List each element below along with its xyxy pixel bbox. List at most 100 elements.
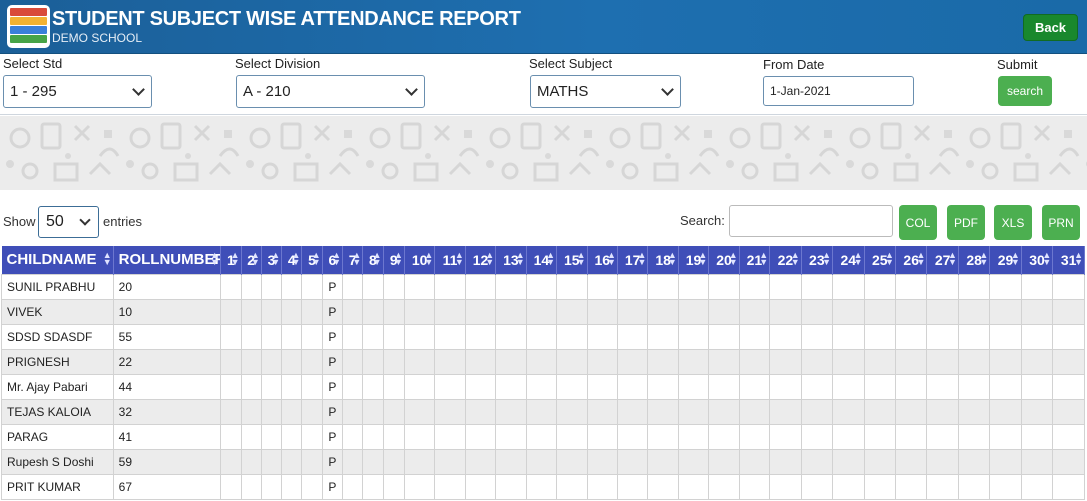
column-header-day-30[interactable]: 30 ▲ ▼ (1021, 246, 1054, 274)
column-header-day-25[interactable]: 25 ▲ ▼ (864, 246, 896, 274)
attendance-cell (260, 448, 283, 475)
attendance-cell (832, 373, 865, 400)
attendance-cell (362, 398, 384, 425)
column-header-day-23[interactable]: 23 ▲ ▼ (801, 246, 834, 274)
attendance-cell (708, 348, 740, 375)
sort-icon: ▲ ▼ (372, 250, 382, 267)
column-header-day-15[interactable]: 15 ▲ ▼ (556, 246, 588, 274)
attendance-cell (281, 398, 303, 425)
attendance-cell (281, 323, 303, 350)
column-header-day-6[interactable]: 6 ▲ ▼ (322, 246, 344, 274)
from-date-input[interactable]: 1-Jan-2021 (763, 76, 914, 106)
attendance-cell (647, 373, 679, 400)
column-header-day-5[interactable]: 5 ▲ ▼ (301, 246, 323, 274)
attendance-cell (863, 448, 896, 475)
table-row: TEJAS KALOIA 32 P (1, 398, 1085, 425)
column-header-day-21[interactable]: 21 ▲ ▼ (739, 246, 771, 274)
table-row: VIVEK 10 P (1, 298, 1085, 325)
column-header-day-28[interactable]: 28 ▲ ▼ (958, 246, 991, 274)
attendance-cell (738, 398, 771, 425)
attendance-cell (525, 473, 558, 500)
column-header-day-18[interactable]: 18 ▲ ▼ (647, 246, 679, 274)
column-header-day-19[interactable]: 19 ▲ ▼ (678, 246, 710, 274)
attendance-cell (989, 323, 1022, 350)
column-header-day-14[interactable]: 14 ▲ ▼ (526, 246, 558, 274)
attendance-cell (341, 423, 364, 450)
attendance-cell (863, 473, 896, 500)
column-header-day-24[interactable]: 24 ▲ ▼ (832, 246, 865, 274)
column-header-day-13[interactable]: 13 ▲ ▼ (495, 246, 527, 274)
column-header-day-10[interactable]: 10 ▲ ▼ (404, 246, 436, 274)
search-button[interactable]: search (998, 76, 1052, 106)
attendance-cell (586, 323, 618, 350)
attendance-cell (894, 323, 928, 350)
attendance-cell (1052, 423, 1085, 450)
column-header-day-2[interactable]: 2 ▲ ▼ (241, 246, 262, 274)
std-select[interactable]: 1 - 295 (3, 75, 152, 108)
attendance-cell (1052, 448, 1085, 475)
attendance-cell (677, 373, 710, 400)
attendance-cell (708, 473, 740, 500)
attendance-cell (240, 348, 262, 375)
column-header-day-11[interactable]: 11 ▲ ▼ (434, 246, 466, 274)
subject-select[interactable]: MATHS (530, 75, 681, 108)
back-button[interactable]: Back (1023, 14, 1078, 41)
attendance-cell (403, 273, 436, 300)
attendance-cell (800, 298, 834, 325)
column-header-day-12[interactable]: 12 ▲ ▼ (465, 246, 497, 274)
prn-button[interactable]: PRN (1042, 205, 1080, 240)
entries-value: 50 (46, 213, 64, 230)
sort-icon: ▲ ▼ (424, 250, 434, 267)
student-name-cell: Rupesh S Doshi (1, 448, 114, 475)
attendance-cell (281, 473, 303, 500)
column-header-day-26[interactable]: 26 ▲ ▼ (895, 246, 928, 274)
attendance-cell (800, 473, 834, 500)
attendance-cell (769, 323, 802, 350)
entries-select[interactable]: 50 (38, 206, 99, 238)
attendance-cell (240, 298, 262, 325)
column-header-day-4[interactable]: 4 ▲ ▼ (281, 246, 303, 274)
attendance-cell (769, 348, 802, 375)
column-header-day-8[interactable]: 8 ▲ ▼ (362, 246, 384, 274)
attendance-cell (800, 448, 834, 475)
sort-icon: ▲ ▼ (230, 250, 240, 267)
division-select[interactable]: A - 210 (236, 75, 425, 108)
column-header-day-22[interactable]: 22 ▲ ▼ (769, 246, 802, 274)
column-header-day-20[interactable]: 20 ▲ ▼ (708, 246, 740, 274)
column-header-day-1[interactable]: 1 ▲ ▼ (220, 246, 242, 274)
attendance-cell (556, 373, 588, 400)
attendance-cell (281, 448, 303, 475)
student-name-cell: PRIGNESH (1, 348, 114, 375)
column-header-day-17[interactable]: 17 ▲ ▼ (617, 246, 649, 274)
attendance-cell (464, 323, 497, 350)
column-header-day-31[interactable]: 31 ▲ ▼ (1052, 246, 1085, 274)
column-header-day-29[interactable]: 29 ▲ ▼ (989, 246, 1022, 274)
attendance-cell (301, 398, 323, 425)
column-header-rollnumber[interactable]: ROLLNUMBER ▲ ▼ (113, 246, 222, 274)
table-controls: Show 50 entries Search: COL PDF XLS PRN (0, 190, 1087, 246)
attendance-cell (464, 273, 497, 300)
attendance-cell (708, 423, 740, 450)
attendance-cell (464, 473, 497, 500)
pdf-button[interactable]: PDF (947, 205, 985, 240)
sort-icon: ▲ ▼ (728, 250, 738, 267)
column-header-day-16[interactable]: 16 ▲ ▼ (587, 246, 618, 274)
column-header-day-3[interactable]: 3 ▲ ▼ (261, 246, 283, 274)
attendance-cell (382, 373, 405, 400)
sort-icon: ▲ ▼ (515, 250, 525, 267)
attendance-cell (403, 348, 436, 375)
column-header-day-7[interactable]: 7 ▲ ▼ (342, 246, 364, 274)
attendance-cell (894, 473, 928, 500)
attendance-cell (464, 423, 497, 450)
column-header-childname[interactable]: CHILDNAME ▲ ▼ (1, 246, 114, 274)
column-header-day-27[interactable]: 27 ▲ ▼ (926, 246, 959, 274)
attendance-cell (616, 348, 649, 375)
column-header-day-9[interactable]: 9 ▲ ▼ (383, 246, 405, 274)
attendance-cell (220, 323, 242, 350)
col-button[interactable]: COL (899, 205, 937, 240)
attendance-cell (1052, 348, 1085, 375)
attendance-cell (434, 373, 466, 400)
attendance-cell (863, 423, 896, 450)
xls-button[interactable]: XLS (994, 205, 1032, 240)
table-search-input[interactable] (729, 205, 893, 237)
